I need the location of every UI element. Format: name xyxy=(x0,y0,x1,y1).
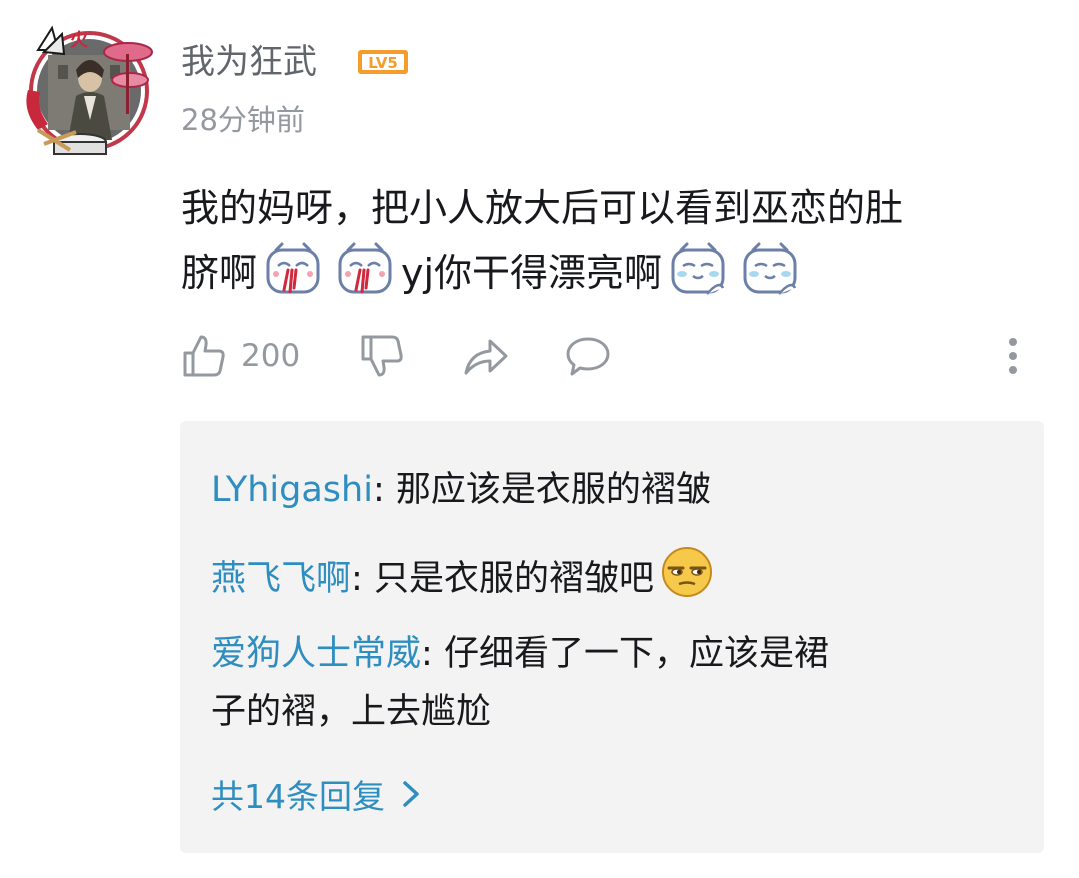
avatar-image: 火 xyxy=(26,25,153,155)
share-button[interactable] xyxy=(462,326,510,386)
thumbs-up-icon xyxy=(183,335,225,377)
dislike-button[interactable] xyxy=(359,326,405,386)
reply-username[interactable]: LYhigashi xyxy=(211,470,373,510)
level-label: LV5 xyxy=(368,54,398,72)
reply-username[interactable]: 燕飞飞啊 xyxy=(211,559,351,599)
svg-text:火: 火 xyxy=(70,30,89,51)
comment-text: 我的妈呀，把小人放大后可以看到巫恋的肚 脐啊 yj你干得漂亮啊 xyxy=(181,176,1051,305)
username[interactable]: 我为狂武 xyxy=(181,40,317,84)
reply-text-continued: 子的褶，上去尴尬 xyxy=(211,692,492,732)
level-badge: LV5 xyxy=(357,49,409,75)
reply-text: 仔细看了一下，应该是裙 xyxy=(443,634,829,674)
reply-item[interactable]: LYhigashi: 那应该是衣服的褶皱 xyxy=(211,461,981,519)
chevron-right-icon xyxy=(403,781,419,807)
comment-text-part-b: yj你干得漂亮啊 xyxy=(401,251,663,295)
nosebleed-emote xyxy=(266,242,320,294)
reply-item[interactable]: 燕飞飞啊: 只是衣服的褶皱吧 xyxy=(211,544,981,608)
more-replies-label: 共14条回复 xyxy=(211,777,385,816)
more-options-button[interactable] xyxy=(1001,326,1025,386)
shy-emote xyxy=(743,242,797,295)
comment-line-2: 脐啊 yj你干得漂亮啊 xyxy=(181,240,1051,305)
shy-emote xyxy=(671,242,725,295)
reply-username[interactable]: 爱狗人士常威 xyxy=(211,634,421,674)
reply-text: 只是衣服的褶皱吧 xyxy=(373,559,654,599)
nosebleed-emote xyxy=(338,242,392,294)
reply-separator: : xyxy=(372,470,396,510)
doge-emote xyxy=(661,547,712,597)
comment-icon xyxy=(566,337,610,376)
like-count: 200 xyxy=(241,338,301,374)
like-button[interactable]: 200 xyxy=(181,326,300,386)
thumbs-down-icon xyxy=(361,335,403,377)
reply-preview-panel: LYhigashi: 那应该是衣服的褶皱 燕飞飞啊: 只是衣服的褶皱吧 爱狗人士… xyxy=(180,421,1044,853)
reply-separator: : xyxy=(421,634,444,674)
reply-separator: : xyxy=(351,559,374,599)
reply-button[interactable] xyxy=(564,326,612,386)
comment-action-bar: 200 xyxy=(181,326,1041,386)
timestamp: 28分钟前 xyxy=(181,103,305,137)
more-icon xyxy=(1009,338,1017,374)
comment-line-1: 我的妈呀，把小人放大后可以看到巫恋的肚 xyxy=(181,186,904,230)
avatar[interactable]: 火 xyxy=(18,20,160,162)
view-all-replies-link[interactable]: 共14条回复 xyxy=(211,765,421,823)
comment-text-part-a: 脐啊 xyxy=(181,251,258,295)
share-icon xyxy=(464,339,508,375)
reply-text: 那应该是衣服的褶皱 xyxy=(395,470,711,510)
reply-item[interactable]: 爱狗人士常威: 仔细看了一下，应该是裙子的褶，上去尴尬 xyxy=(211,625,981,741)
